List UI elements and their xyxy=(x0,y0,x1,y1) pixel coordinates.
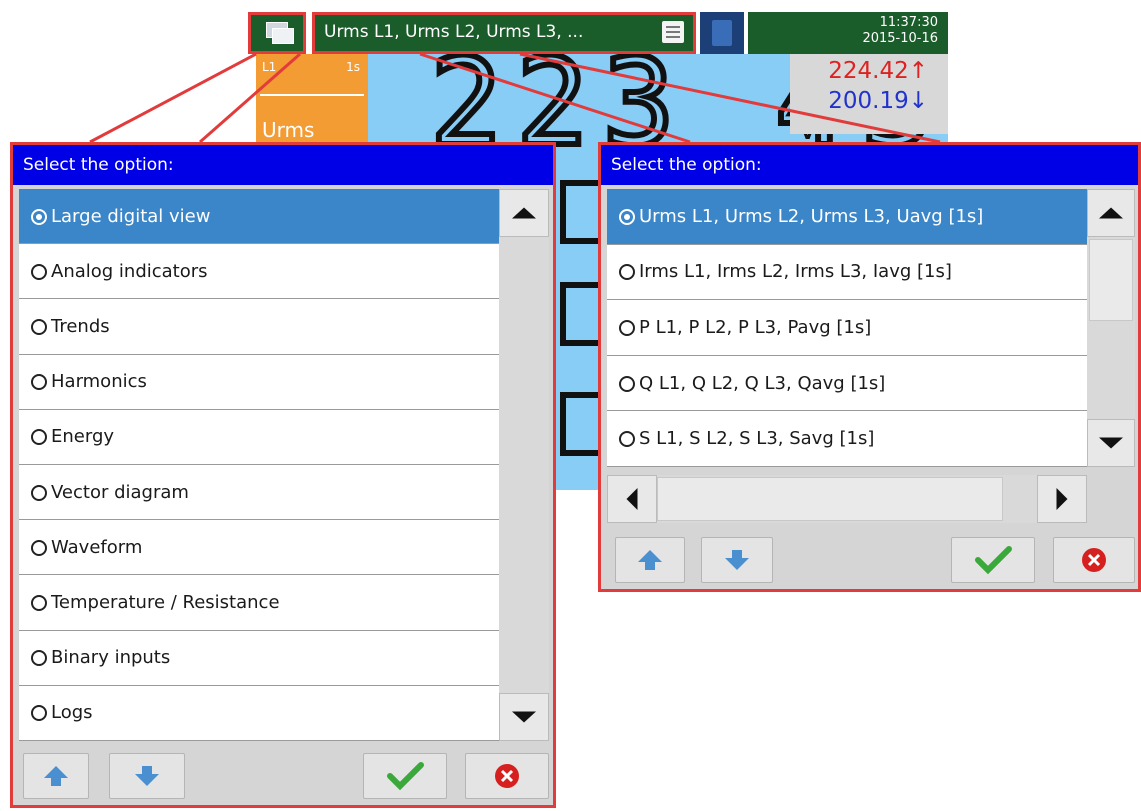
list-item-label: Large digital view xyxy=(51,205,211,227)
list-item-label: Irms L1, Irms L2, Irms L3, Iavg [1s] xyxy=(639,261,952,283)
arrow-up-icon xyxy=(44,766,68,786)
callout-line-right-b xyxy=(519,52,941,144)
scroll-thumb[interactable] xyxy=(1089,239,1133,321)
radio-icon xyxy=(31,539,47,556)
vertical-scrollbar[interactable] xyxy=(499,189,549,741)
scroll-up-button[interactable] xyxy=(1087,189,1135,237)
scroll-down-button[interactable] xyxy=(499,693,549,741)
list-item[interactable]: Binary inputs xyxy=(19,630,499,686)
list-item[interactable]: Waveform xyxy=(19,520,499,576)
arrow-down-icon xyxy=(725,550,749,570)
list-item-label: Analog indicators xyxy=(51,260,208,282)
scroll-right-button[interactable] xyxy=(1037,475,1087,523)
cancel-button[interactable] xyxy=(465,753,549,799)
list-item[interactable]: Q L1, Q L2, Q L3, Qavg [1s] xyxy=(607,355,1087,412)
list-item[interactable]: S L1, S L2, S L3, Savg [1s] xyxy=(607,411,1087,467)
list-item-label: Waveform xyxy=(51,536,143,558)
callout-line-left-b xyxy=(199,52,301,144)
list-item[interactable]: Large digital view xyxy=(19,189,499,245)
cancel-button[interactable] xyxy=(1053,537,1135,583)
radio-icon xyxy=(31,374,47,391)
checkmark-icon xyxy=(387,762,424,791)
radio-icon xyxy=(619,375,635,392)
callout-line-right-a xyxy=(419,52,691,144)
cancel-icon xyxy=(1082,548,1106,572)
scroll-thumb[interactable] xyxy=(657,477,1003,521)
list-item-label: Urms L1, Urms L2, Urms L3, Uavg [1s] xyxy=(639,205,984,227)
radio-selected-icon xyxy=(619,208,635,225)
radio-icon xyxy=(619,319,635,336)
move-down-button[interactable] xyxy=(109,753,185,799)
radio-icon xyxy=(31,318,47,335)
radio-selected-icon xyxy=(31,208,47,225)
scroll-up-button[interactable] xyxy=(499,189,549,237)
channel-select-dialog: Select the option: Urms L1, Urms L2, Urm… xyxy=(598,142,1141,592)
radio-icon xyxy=(31,484,47,501)
radio-icon xyxy=(31,594,47,611)
list-item[interactable]: P L1, P L2, P L3, Pavg [1s] xyxy=(607,300,1087,356)
list-item[interactable]: Irms L1, Irms L2, Irms L3, Iavg [1s] xyxy=(607,244,1087,301)
list-item[interactable]: Energy xyxy=(19,409,499,465)
list-item[interactable]: Trends xyxy=(19,299,499,355)
list-item-label: Logs xyxy=(51,702,93,724)
list-item[interactable]: Vector diagram xyxy=(19,465,499,521)
move-up-button[interactable] xyxy=(23,753,89,799)
radio-icon xyxy=(31,429,47,446)
list-item-label: S L1, S L2, S L3, Savg [1s] xyxy=(639,428,875,450)
arrow-down-icon xyxy=(135,766,159,786)
arrow-up-icon xyxy=(638,550,662,570)
dialog-header: Select the option: xyxy=(601,145,1138,185)
list-item[interactable]: Urms L1, Urms L2, Urms L3, Uavg [1s] xyxy=(607,189,1087,245)
cancel-icon xyxy=(495,764,519,788)
move-down-button[interactable] xyxy=(701,537,773,583)
move-up-button[interactable] xyxy=(615,537,685,583)
list-item-label: Vector diagram xyxy=(51,481,189,503)
list-item[interactable]: Logs xyxy=(19,685,499,741)
view-select-dialog: Select the option: Large digital view Ana… xyxy=(10,142,556,808)
radio-icon xyxy=(619,431,635,448)
list-item[interactable]: Harmonics xyxy=(19,354,499,410)
dialog-title: Select the option: xyxy=(611,155,762,175)
confirm-button[interactable] xyxy=(951,537,1035,583)
vertical-scrollbar[interactable] xyxy=(1087,189,1135,467)
radio-icon xyxy=(31,705,47,722)
horizontal-scrollbar[interactable] xyxy=(607,475,1087,523)
callout-line-left-a xyxy=(89,52,257,144)
option-list: Urms L1, Urms L2, Urms L3, Uavg [1s] Irms… xyxy=(607,189,1087,467)
list-item[interactable]: Temperature / Resistance xyxy=(19,575,499,631)
list-item-label: P L1, P L2, P L3, Pavg [1s] xyxy=(639,316,872,338)
list-item-label: Trends xyxy=(51,315,110,337)
scroll-left-button[interactable] xyxy=(607,475,657,523)
list-item-label: Binary inputs xyxy=(51,647,171,669)
confirm-button[interactable] xyxy=(363,753,447,799)
radio-icon xyxy=(619,264,635,281)
list-item-label: Temperature / Resistance xyxy=(51,591,280,613)
radio-icon xyxy=(31,263,47,280)
list-item-label: Harmonics xyxy=(51,371,147,393)
list-item-label: Q L1, Q L2, Q L3, Qavg [1s] xyxy=(639,372,886,394)
radio-icon xyxy=(31,650,47,667)
option-list: Large digital view Analog indicators Trend… xyxy=(19,189,499,741)
dialog-header: Select the option: xyxy=(13,145,553,185)
list-item[interactable]: Analog indicators xyxy=(19,244,499,300)
scroll-down-button[interactable] xyxy=(1087,419,1135,467)
list-item-label: Energy xyxy=(51,426,115,448)
dialog-title: Select the option: xyxy=(23,155,174,175)
checkmark-icon xyxy=(975,546,1012,575)
